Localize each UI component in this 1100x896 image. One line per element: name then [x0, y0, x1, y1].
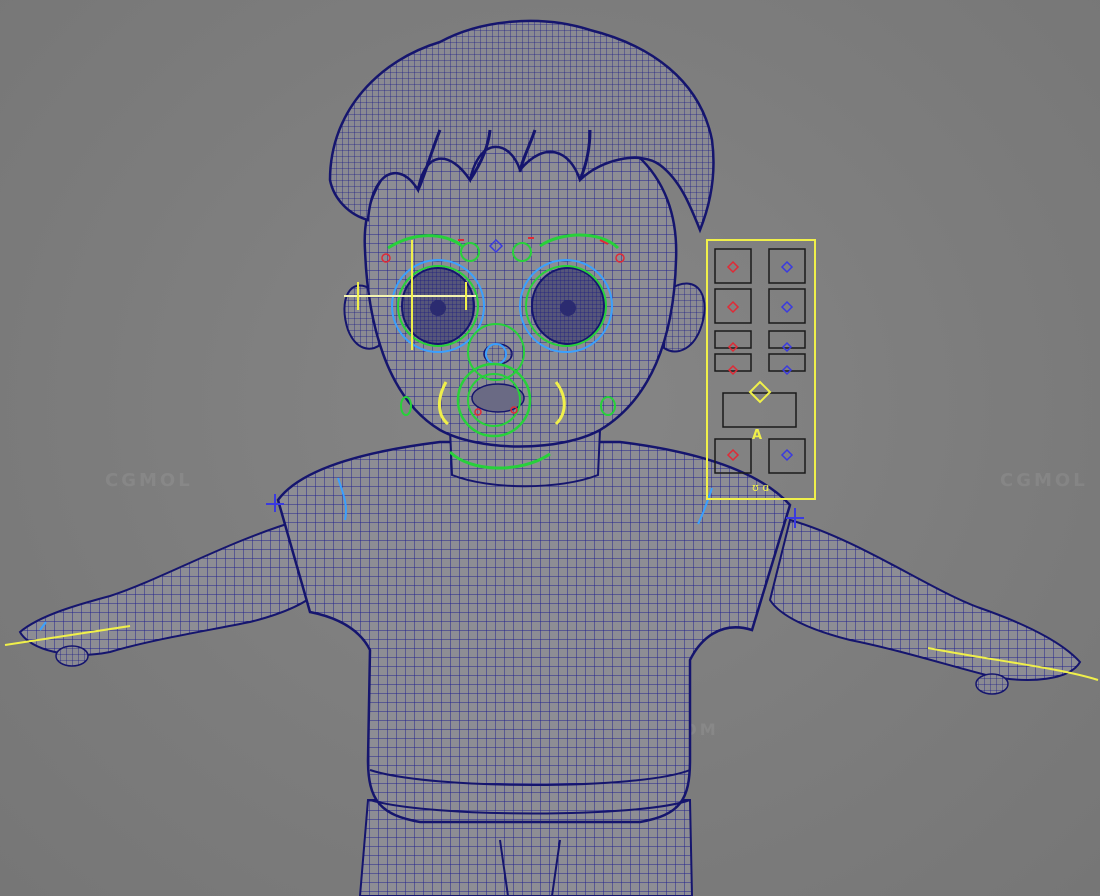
left-arm-mesh [4, 518, 322, 667]
character-scene [4, 19, 1099, 896]
right-arm-mesh [768, 518, 1099, 695]
panel-footer-glyphs: ʊ ɑ [752, 481, 770, 494]
face-control-panel[interactable] [706, 239, 816, 500]
panel-letter-a: A [752, 428, 763, 443]
3d-viewport[interactable]: CGMOL CGMOL WWW.CGMOL.COM [0, 0, 1100, 896]
